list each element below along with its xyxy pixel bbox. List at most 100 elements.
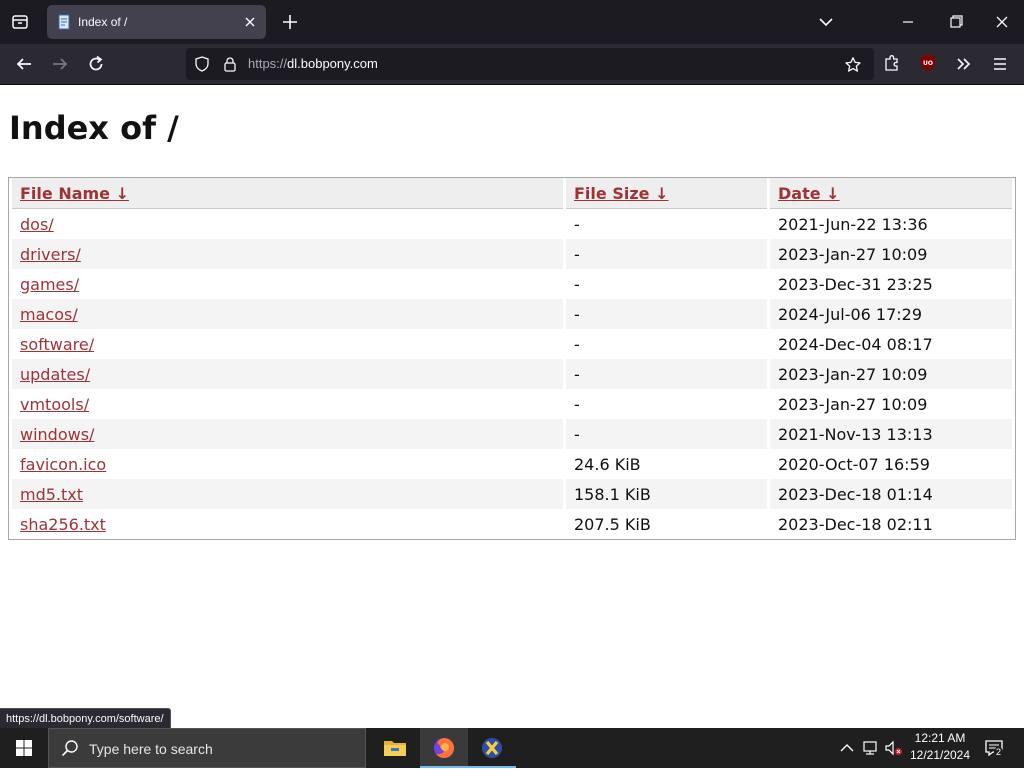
hamburger-menu-icon[interactable] <box>990 54 1010 74</box>
shield-icon[interactable] <box>194 56 210 72</box>
file-link[interactable]: vmtools/ <box>20 395 89 414</box>
page-content: Index of / File Name ↓ File Size ↓ Date … <box>0 85 1024 728</box>
system-clock[interactable]: 12:21 AM 12/21/2024 <box>906 730 974 766</box>
file-size-cell: - <box>574 394 580 414</box>
file-size-cell: - <box>566 359 767 389</box>
file-date-cell: 2024-Dec-04 08:17 <box>778 334 933 354</box>
file-link[interactable]: dos/ <box>20 215 54 234</box>
file-date-cell: 2023-Dec-31 23:25 <box>778 274 933 294</box>
file-link[interactable]: updates/ <box>20 365 90 384</box>
file-name-cell: dos/ <box>12 209 563 239</box>
column-size-label: File Size <box>574 183 650 203</box>
file-date-cell: 2024-Jul-06 17:29 <box>770 299 1012 329</box>
sort-arrow-icon: ↓ <box>655 183 669 203</box>
file-size-cell: 24.6 KiB <box>574 454 641 474</box>
browser-tab[interactable]: Index of / <box>47 5 266 39</box>
bookmark-star-icon[interactable] <box>844 56 862 74</box>
firefox-icon[interactable] <box>420 728 468 768</box>
table-row: vmtools/ - 2023-Jan-27 10:09 <box>12 389 1012 419</box>
url-protocol: https:// <box>248 56 288 71</box>
tab-list-icon[interactable] <box>8 10 32 34</box>
file-name-cell: macos/ <box>12 299 563 329</box>
table-row: drivers/ -2023-Jan-27 10:09 <box>12 239 1012 269</box>
file-table: File Name ↓ File Size ↓ Date ↓ dos/-2021… <box>9 178 1015 539</box>
file-date-cell: 2023-Dec-18 02:11 <box>778 514 933 534</box>
file-size-cell: 207.5 KiB <box>574 514 651 534</box>
volume-muted-icon[interactable] <box>884 738 902 758</box>
url-text[interactable]: https://dl.bobpony.com <box>248 48 378 80</box>
file-link[interactable]: macos/ <box>20 305 78 324</box>
close-tab-icon[interactable] <box>242 14 258 30</box>
extensions-puzzle-icon[interactable] <box>882 53 902 73</box>
network-icon[interactable] <box>862 738 880 758</box>
tab-strip: Index of / <box>0 0 1024 44</box>
link-status-tooltip: https://dl.bobpony.com/software/ <box>0 708 171 730</box>
sort-by-size-link[interactable]: File Size ↓ <box>574 184 668 203</box>
file-name-cell: games/ <box>12 269 563 299</box>
file-link[interactable]: windows/ <box>20 425 94 444</box>
file-link[interactable]: favicon.ico <box>20 455 106 474</box>
file-link[interactable]: sha256.txt <box>20 515 106 534</box>
file-size-cell: 158.1 KiB <box>566 479 767 509</box>
table-header-row: File Name ↓ File Size ↓ Date ↓ <box>12 178 1012 209</box>
column-name-label: File Name <box>20 183 111 203</box>
file-name-cell: updates/ <box>12 359 563 389</box>
notification-center-icon[interactable]: 2 <box>984 738 1004 758</box>
file-link[interactable]: games/ <box>20 275 79 294</box>
restore-icon[interactable] <box>944 12 968 32</box>
back-icon[interactable] <box>13 53 35 75</box>
file-name-cell: drivers/ <box>12 239 563 269</box>
document-icon <box>56 14 72 30</box>
chevron-down-icon[interactable] <box>816 12 836 32</box>
table-row: md5.txt 158.1 KiB 2023-Dec-18 01:14 <box>12 479 1012 509</box>
file-name-cell: vmtools/ <box>12 389 563 419</box>
file-size-cell: - <box>566 299 767 329</box>
sort-by-name-link[interactable]: File Name ↓ <box>20 184 129 203</box>
navigation-toolbar: https://dl.bobpony.com <box>0 44 1024 85</box>
windows-taskbar: Type here to search 12:21 AM 12/21/2024 … <box>0 728 1024 768</box>
table-row: software/ - 2024-Dec-04 08:17 <box>12 329 1012 359</box>
file-date-cell: 2023-Jan-27 10:09 <box>770 359 1012 389</box>
column-header-size: File Size ↓ <box>566 178 767 209</box>
column-header-name: File Name ↓ <box>12 178 563 209</box>
sort-by-date-link[interactable]: Date ↓ <box>778 184 840 203</box>
lock-icon[interactable] <box>222 56 238 72</box>
file-name-cell: windows/ <box>12 419 563 449</box>
table-row: dos/ - 2021-Jun-22 13:36 <box>12 209 1012 239</box>
page-title: Index of / <box>9 109 179 147</box>
file-name-cell: sha256.txt <box>12 509 563 539</box>
file-size-cell: - <box>574 334 580 354</box>
clock-date: 12/21/2024 <box>909 748 971 762</box>
file-size-cell: - <box>574 214 580 234</box>
tray-chevron-up-icon[interactable] <box>838 738 856 758</box>
file-link[interactable]: md5.txt <box>20 485 83 504</box>
file-size-cell: - <box>566 239 767 269</box>
file-link[interactable]: drivers/ <box>20 245 81 264</box>
ublock-origin-icon[interactable]: UO <box>918 53 938 73</box>
file-date-cell: 2021-Jun-22 13:36 <box>778 214 928 234</box>
file-link[interactable]: software/ <box>20 335 94 354</box>
column-header-date: Date ↓ <box>770 178 1012 209</box>
file-name-cell: md5.txt <box>12 479 563 509</box>
table-row: sha256.txt 207.5 KiB 2023-Dec-18 02:11 <box>12 509 1012 539</box>
tab-title: Index of / <box>78 15 128 29</box>
file-explorer-icon[interactable] <box>371 728 419 768</box>
new-tab-icon[interactable] <box>280 12 300 32</box>
url-host: dl.bobpony.com <box>287 56 378 71</box>
app-x-icon[interactable] <box>468 728 516 768</box>
column-date-label: Date <box>778 183 821 203</box>
windows-start-icon[interactable] <box>0 728 48 768</box>
table-row: games/ - 2023-Dec-31 23:25 <box>12 269 1012 299</box>
forward-icon[interactable] <box>49 53 71 75</box>
more-tools-chevrons-icon[interactable] <box>954 54 974 74</box>
taskbar-search-box[interactable]: Type here to search <box>48 728 366 768</box>
file-name-cell: software/ <box>12 329 563 359</box>
minimize-icon[interactable] <box>896 12 920 32</box>
file-date-cell: 2020-Oct-07 16:59 <box>778 454 930 474</box>
file-name-cell: favicon.ico <box>12 449 563 479</box>
file-date-cell: 2023-Jan-27 10:09 <box>778 394 928 414</box>
file-listing: File Name ↓ File Size ↓ Date ↓ dos/-2021… <box>8 177 1016 540</box>
reload-icon[interactable] <box>85 53 107 75</box>
close-window-icon[interactable] <box>990 12 1014 32</box>
address-bar[interactable]: https://dl.bobpony.com <box>186 48 874 80</box>
